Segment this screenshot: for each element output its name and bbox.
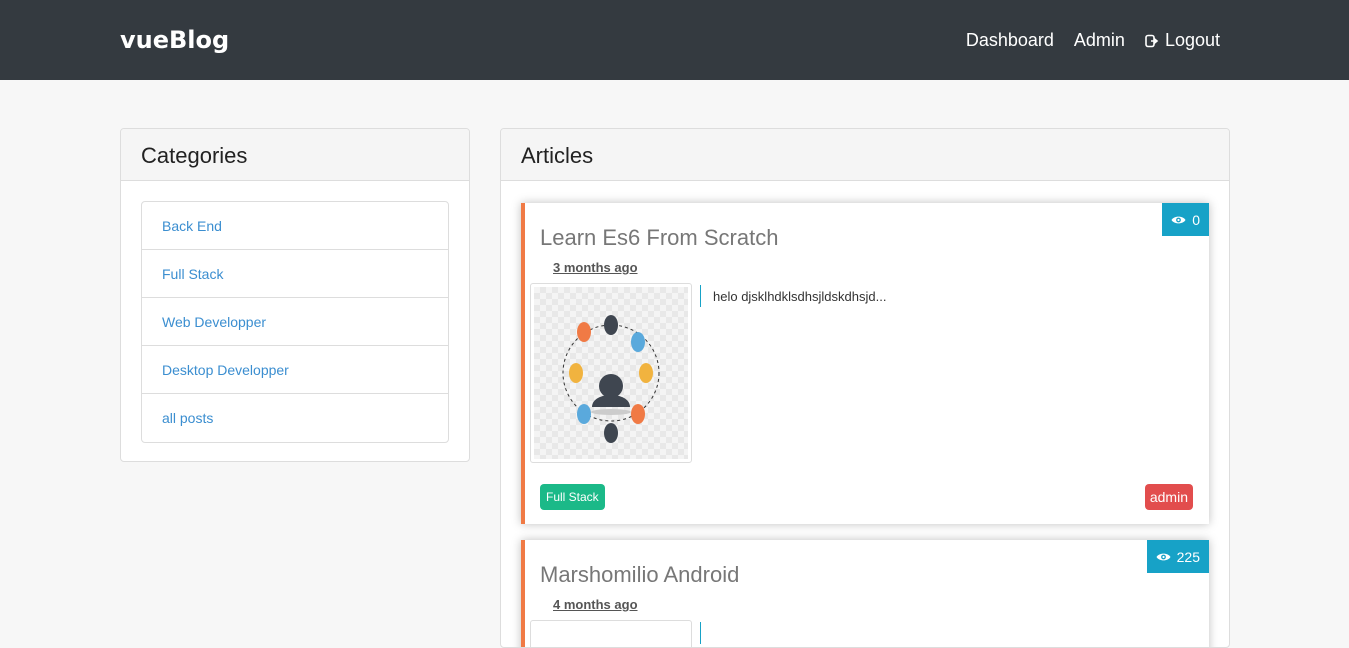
article-card[interactable]: 0 Learn Es6 From Scratch 3 months ago he… [521,203,1209,524]
author-badge[interactable]: admin [1144,484,1193,510]
category-back-end[interactable]: Back End [142,202,448,250]
category-all-posts[interactable]: all posts [142,394,448,442]
category-desktop-developper[interactable]: Desktop Developper [142,346,448,394]
views-badge: 0 [1162,203,1209,236]
article-title[interactable]: Learn Es6 From Scratch [540,225,778,251]
navbar: vueBlog Dashboard Admin Logout [0,0,1349,80]
categories-panel: Categories Back End Full Stack Web Devel… [120,128,470,462]
category-list: Back End Full Stack Web Developper Deskt… [141,201,449,443]
logout-label: Logout [1164,30,1220,50]
category-badge[interactable]: Full Stack [540,484,605,510]
article-date: 4 months ago [553,597,638,612]
categories-heading: Categories [121,129,469,181]
article-title[interactable]: Marshomilio Android [540,562,739,588]
article-thumbnail[interactable] [530,283,692,463]
views-count: 225 [1176,548,1200,565]
eye-icon [1156,553,1171,560]
articles-heading: Articles [501,129,1229,181]
views-count: 0 [1192,211,1200,228]
eye-icon [1171,216,1186,223]
logout-link[interactable]: Logout [1145,30,1220,51]
article-date: 3 months ago [553,260,638,275]
thumbnail-image [534,287,688,459]
nav-links: Dashboard Admin Logout [966,30,1220,51]
article-thumbnail[interactable] [530,620,692,647]
views-badge: 225 [1146,540,1209,573]
user-network-illustration [562,315,660,443]
nav-dashboard-link[interactable]: Dashboard [966,30,1054,51]
articles-panel: Articles 0 Learn Es6 From Scratch 3 mont… [500,128,1230,648]
sign-out-icon [1145,34,1159,47]
article-excerpt: helo djsklhdklsdhsjldskdhsjd... [700,285,886,307]
category-web-developper[interactable]: Web Developper [142,298,448,346]
article-card[interactable]: 225 Marshomilio Android 4 months ago [521,540,1209,647]
brand-logo[interactable]: vueBlog [120,26,229,54]
article-excerpt [700,622,713,644]
category-full-stack[interactable]: Full Stack [142,250,448,298]
nav-admin-link[interactable]: Admin [1074,30,1125,51]
